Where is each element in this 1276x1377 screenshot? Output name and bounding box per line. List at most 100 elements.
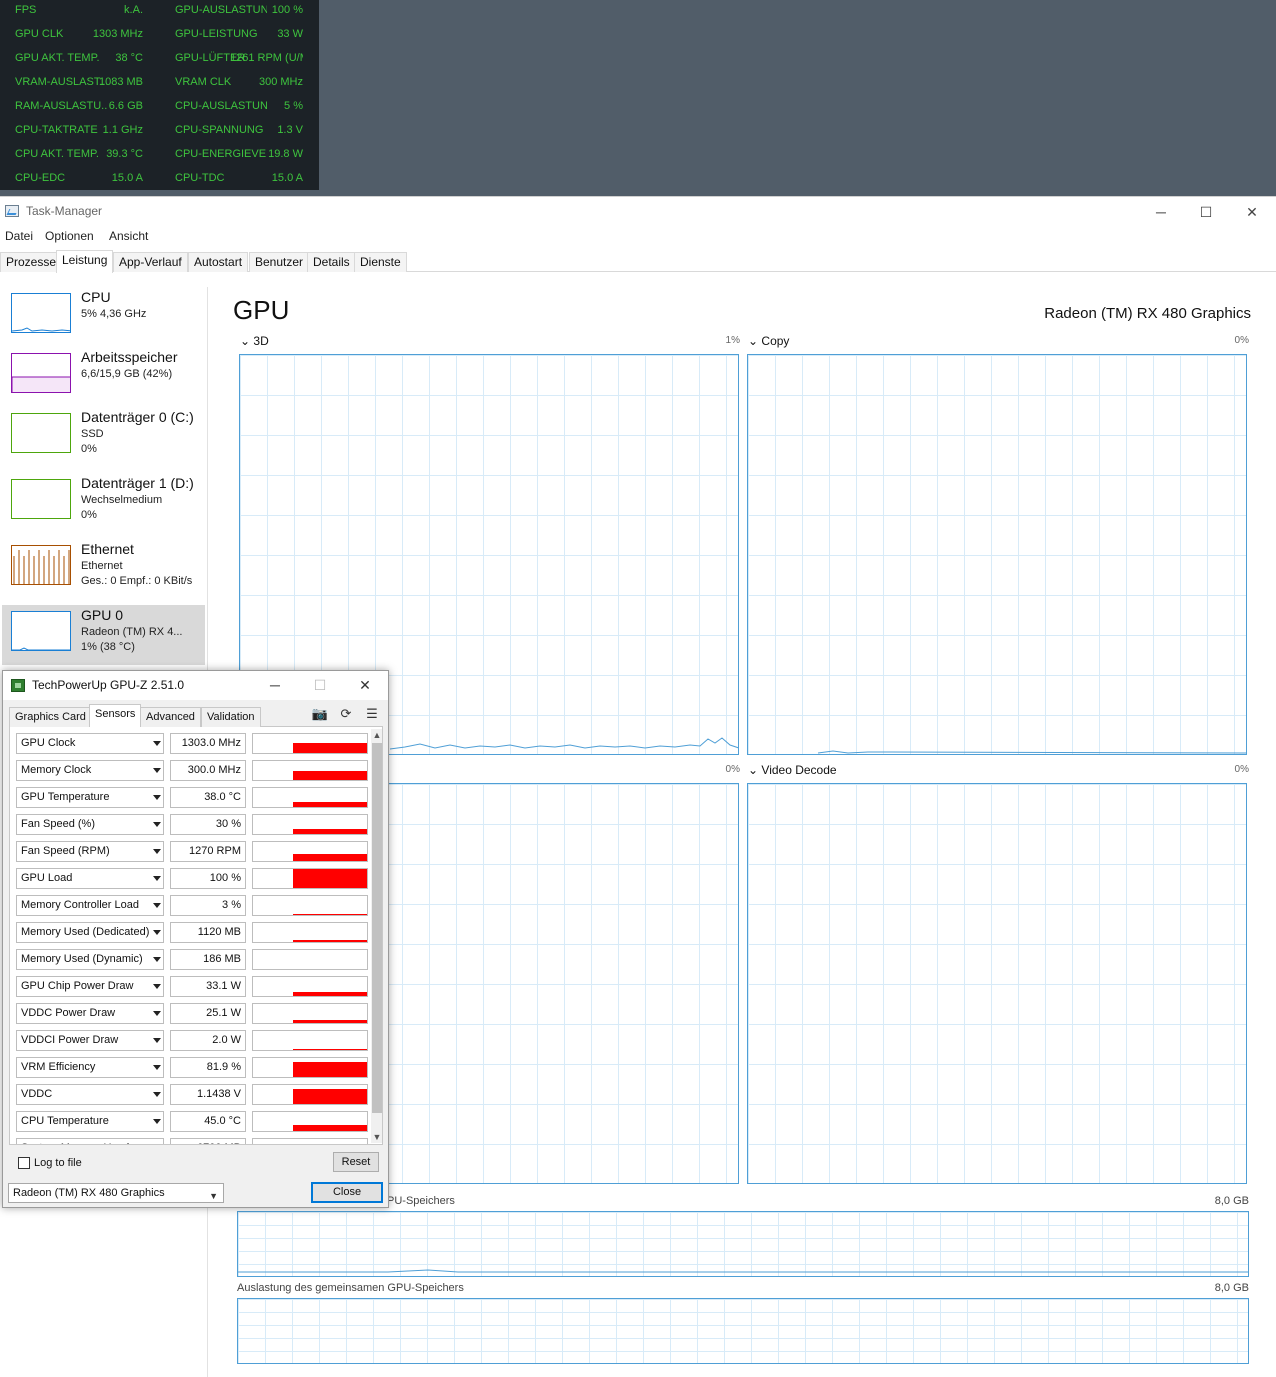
sensor-name: VDDC Power Draw bbox=[21, 1007, 116, 1019]
sensor-graph bbox=[252, 976, 368, 997]
sensor-name-dropdown[interactable]: System Memory Used bbox=[16, 1138, 164, 1144]
gpu-select-value: Radeon (TM) RX 480 Graphics bbox=[13, 1187, 165, 1199]
menu-optionen[interactable]: Optionen bbox=[45, 229, 94, 243]
sensor-graph-bar bbox=[293, 1049, 367, 1050]
tab-autostart[interactable]: Autostart bbox=[188, 252, 249, 272]
sidebar-item-datentr-ger-0-c[interactable]: Datenträger 0 (C:) SSD 0% bbox=[2, 407, 205, 467]
window-title: Task-Manager bbox=[26, 204, 103, 218]
sensor-value: 1.1438 V bbox=[170, 1084, 246, 1105]
sensor-graph-bar bbox=[293, 869, 367, 888]
sensor-name-dropdown[interactable]: VDDCI Power Draw bbox=[16, 1030, 164, 1051]
sensor-name-dropdown[interactable]: VDDC bbox=[16, 1084, 164, 1105]
sensor-value: 30 % bbox=[170, 814, 246, 835]
minimize-button[interactable]: ─ bbox=[1145, 201, 1177, 223]
sensor-name: GPU Clock bbox=[21, 737, 76, 749]
sensor-name-dropdown[interactable]: GPU Clock bbox=[16, 733, 164, 754]
overlay-value: k.A. bbox=[124, 4, 143, 16]
gpuz-minimize-button[interactable]: ─ bbox=[261, 675, 289, 695]
tab-app-verlauf[interactable]: App-Verlauf bbox=[113, 252, 188, 272]
close-gpuz-button[interactable]: Close bbox=[311, 1182, 383, 1203]
sensor-name-dropdown[interactable]: GPU Load bbox=[16, 868, 164, 889]
camera-icon[interactable]: 📷 bbox=[311, 706, 329, 722]
engine-selector-video-decode[interactable]: ⌄ Video Decode bbox=[748, 763, 837, 777]
chevron-down-icon bbox=[153, 1038, 161, 1043]
sensor-row: Fan Speed (%) 30 % bbox=[16, 814, 368, 835]
sidebar-item-detail: Ethernet bbox=[81, 560, 123, 572]
tab-graphics-card[interactable]: Graphics Card bbox=[9, 707, 92, 727]
sensor-graph-bar bbox=[293, 1125, 367, 1131]
sensor-value: 1303.0 MHz bbox=[170, 733, 246, 754]
sensor-value: 186 MB bbox=[170, 949, 246, 970]
reset-button[interactable]: Reset bbox=[333, 1152, 379, 1172]
tab-prozesse[interactable]: Prozesse bbox=[0, 252, 63, 272]
sensor-value: 25.1 W bbox=[170, 1003, 246, 1024]
sensor-scrollbar[interactable]: ▲ ▼ bbox=[371, 729, 382, 1143]
gpuz-title-bar: TechPowerUp GPU-Z 2.51.0 ─ ☐ ✕ bbox=[3, 671, 388, 700]
sidebar-item-arbeitsspeicher[interactable]: Arbeitsspeicher 6,6/15,9 GB (42%) bbox=[2, 347, 205, 407]
overlay-value: 1.3 V bbox=[277, 124, 303, 136]
overlay-value: 5 % bbox=[284, 100, 303, 112]
sensor-name-dropdown[interactable]: CPU Temperature bbox=[16, 1111, 164, 1132]
gpuz-close-button[interactable]: ✕ bbox=[351, 675, 379, 695]
refresh-icon[interactable]: ⟳ bbox=[337, 706, 355, 722]
engine-selector-copy[interactable]: ⌄ Copy bbox=[748, 334, 789, 348]
menu-datei[interactable]: Datei bbox=[5, 229, 33, 243]
sensor-name-dropdown[interactable]: Fan Speed (%) bbox=[16, 814, 164, 835]
overlay-value: 100 % bbox=[271, 4, 303, 16]
sidebar-item-detail: SSD bbox=[81, 428, 104, 440]
tab-leistung[interactable]: Leistung bbox=[56, 250, 114, 273]
sensor-row: VDDC 1.1438 V bbox=[16, 1084, 368, 1105]
thumbnail-line bbox=[13, 550, 70, 584]
tab-validation[interactable]: Validation bbox=[201, 707, 261, 727]
sensor-graph bbox=[252, 841, 368, 862]
sensor-name-dropdown[interactable]: Memory Used (Dedicated) bbox=[16, 922, 164, 943]
task-manager-icon bbox=[5, 205, 19, 217]
menu-icon[interactable]: ☰ bbox=[363, 706, 381, 722]
sidebar-item-gpu-0[interactable]: GPU 0 Radeon (TM) RX 4... 1% (38 °C) bbox=[2, 605, 205, 665]
sidebar-item-cpu[interactable]: CPU 5% 4,36 GHz bbox=[2, 287, 205, 347]
scroll-up-icon[interactable]: ▲ bbox=[371, 729, 382, 741]
sensor-name: GPU Load bbox=[21, 872, 73, 884]
tab-details[interactable]: Details bbox=[307, 252, 356, 272]
chevron-down-icon bbox=[153, 876, 161, 881]
gpu-select-dropdown[interactable]: Radeon (TM) RX 480 Graphics ▼ bbox=[8, 1183, 224, 1203]
sensor-name-dropdown[interactable]: Memory Used (Dynamic) bbox=[16, 949, 164, 970]
sensor-row: System Memory Used 6700 MB bbox=[16, 1138, 368, 1144]
sidebar-item-ethernet[interactable]: Ethernet Ethernet Ges.: 0 Empf.: 0 KBit/s bbox=[2, 539, 205, 599]
maximize-button[interactable]: ☐ bbox=[1190, 201, 1222, 223]
scroll-down-icon[interactable]: ▼ bbox=[371, 1131, 382, 1143]
sensor-name-dropdown[interactable]: Fan Speed (RPM) bbox=[16, 841, 164, 862]
log-to-file-checkbox[interactable]: Log to file bbox=[18, 1155, 138, 1171]
sensor-row: GPU Clock 1303.0 MHz bbox=[16, 733, 368, 754]
close-button[interactable]: ✕ bbox=[1236, 201, 1268, 223]
sidebar-item-datentr-ger-1-d[interactable]: Datenträger 1 (D:) Wechselmedium 0% bbox=[2, 473, 205, 533]
sensor-name-dropdown[interactable]: Memory Clock bbox=[16, 760, 164, 781]
gpuz-window-title: TechPowerUp GPU-Z 2.51.0 bbox=[32, 678, 185, 692]
thumbnail-line bbox=[12, 327, 70, 332]
sensor-name-dropdown[interactable]: VRM Efficiency bbox=[16, 1057, 164, 1078]
sensor-name-dropdown[interactable]: GPU Temperature bbox=[16, 787, 164, 808]
tab-dienste[interactable]: Dienste bbox=[354, 252, 407, 272]
sensor-name-dropdown[interactable]: VDDC Power Draw bbox=[16, 1003, 164, 1024]
overlay-value: 1261 RPM (U/MIN) bbox=[230, 52, 303, 64]
tab-sensors[interactable]: Sensors bbox=[89, 704, 142, 727]
sensor-row: Memory Clock 300.0 MHz bbox=[16, 760, 368, 781]
sensor-name-dropdown[interactable]: Memory Controller Load bbox=[16, 895, 164, 916]
sensor-graph bbox=[252, 1030, 368, 1051]
sensor-graph bbox=[252, 895, 368, 916]
checkbox-box[interactable] bbox=[18, 1157, 30, 1169]
gpuz-maximize-button[interactable]: ☐ bbox=[306, 675, 334, 695]
sensor-name-dropdown[interactable]: GPU Chip Power Draw bbox=[16, 976, 164, 997]
sidebar-item-title: Arbeitsspeicher bbox=[81, 349, 178, 365]
menu-ansicht[interactable]: Ansicht bbox=[109, 229, 148, 243]
graph-copy-line bbox=[817, 750, 1246, 754]
sidebar-item-title: CPU bbox=[81, 289, 111, 305]
engine-selector-3d[interactable]: ⌄ 3D bbox=[240, 334, 269, 348]
sensor-graph bbox=[252, 1138, 368, 1144]
tab-benutzer[interactable]: Benutzer bbox=[249, 252, 310, 272]
sidebar-thumbnail-graph bbox=[11, 545, 71, 585]
scrollbar-thumb[interactable] bbox=[372, 743, 382, 1113]
tab-advanced[interactable]: Advanced bbox=[140, 707, 201, 727]
sidebar-item-detail: 0% bbox=[81, 509, 97, 521]
graph-shared-memory bbox=[237, 1298, 1249, 1364]
